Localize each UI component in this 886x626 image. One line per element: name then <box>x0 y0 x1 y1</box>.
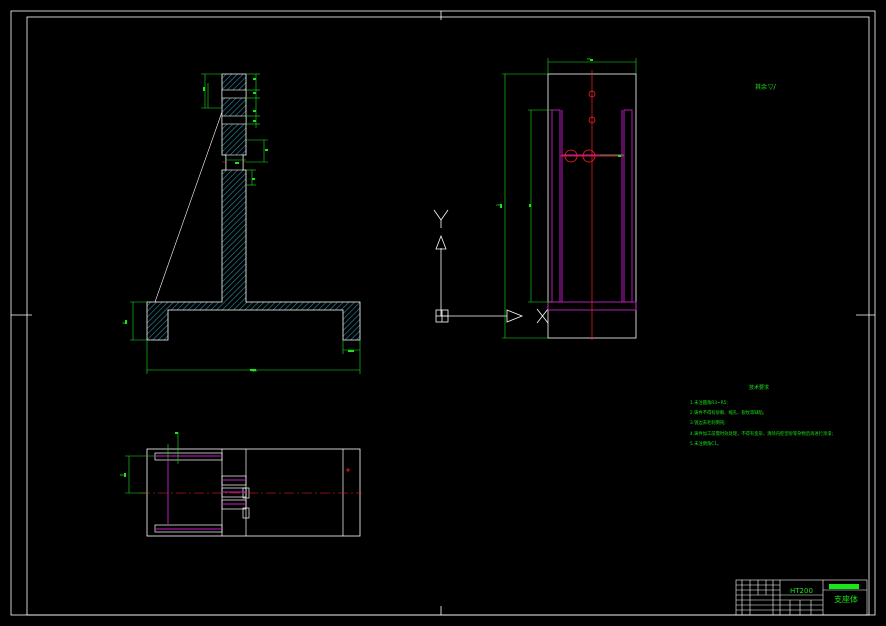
top-view-outline <box>146 448 361 537</box>
leader-line <box>154 111 223 303</box>
tech-req-item-5: 5.未注倒角C1。 <box>690 440 721 447</box>
tech-req-title: 技术要求 <box>749 384 769 391</box>
side-view-centerline <box>560 70 624 340</box>
dim-side-width: 85 <box>587 57 591 61</box>
dim-side-height: 280 <box>496 203 502 207</box>
title-block-company-bar <box>829 584 859 589</box>
top-view[interactable]: 80 <box>120 432 362 537</box>
dim-base-height: 40 <box>122 321 126 325</box>
top-view-edges <box>154 449 344 536</box>
title-block[interactable]: HT200 支座体 <box>735 579 868 616</box>
top-view-center-mark <box>346 468 350 472</box>
side-view[interactable]: 85 280 <box>496 57 637 340</box>
tech-req-item-1: 1.未注圆角R3~R5; <box>690 399 728 406</box>
ucs-x-label: X <box>0 0 1 1</box>
tech-req-item-3: 3.锐边去毛刺倒钝; <box>690 419 726 426</box>
dim-top-depth: 80 <box>120 473 124 477</box>
tech-req-item-2: 2.铸件不得有砂眼、缩孔、裂纹等缺陷; <box>690 409 764 416</box>
roughness-symbol: ▽/ <box>768 83 776 91</box>
top-view-dim-marks <box>124 432 178 477</box>
roughness-label: 其余 <box>755 83 767 91</box>
top-view-dimensions <box>125 432 179 494</box>
cad-drawing-canvas[interactable]: 320 40 Y X 85 280 80 其余 ▽/ 技术要求 1.未注圆角R3… <box>0 0 886 626</box>
ucs-y-label: Y <box>0 0 1 1</box>
slot-notch <box>225 154 244 171</box>
top-view-hidden-lines <box>155 455 246 530</box>
technical-requirements: 技术要求 1.未注圆角R3~R5; 2.铸件不得有砂眼、缩孔、裂纹等缺陷; 3.… <box>690 384 833 447</box>
side-view-holes <box>564 90 596 163</box>
dim-base-width: 320 <box>251 369 257 373</box>
roughness-note: 其余 ▽/ <box>755 83 776 91</box>
side-view-dimensions <box>502 58 637 339</box>
title-block-material: HT200 <box>790 587 813 595</box>
sheet-border <box>10 10 876 616</box>
front-view-section <box>146 73 361 341</box>
title-block-part-name: 支座体 <box>834 594 858 604</box>
side-view-dim-marks <box>500 59 621 208</box>
front-view[interactable]: 320 40 <box>122 73 361 374</box>
hole-2 <box>221 115 247 125</box>
tech-req-item-4: 4.铸件加工前需时效处理，不得有变形，清除内腔型砂等杂物后再进行涂漆; <box>690 430 833 437</box>
hole-1 <box>221 89 247 99</box>
